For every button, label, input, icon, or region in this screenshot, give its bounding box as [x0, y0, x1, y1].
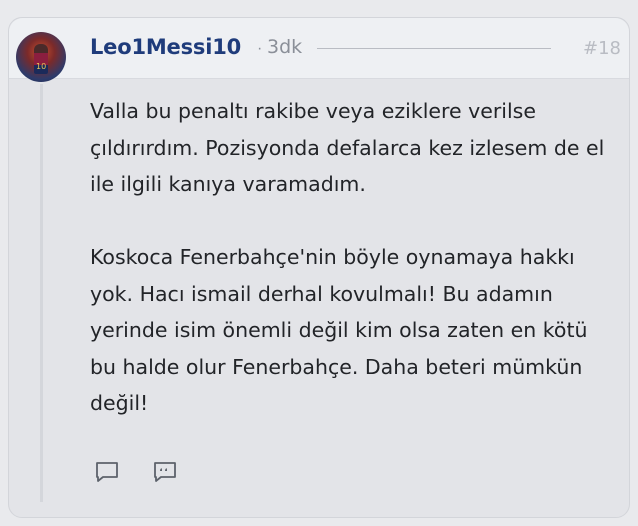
header-divider — [317, 48, 551, 49]
post-number[interactable]: #18 — [583, 38, 621, 59]
post-card: Leo1Messi10 · 3dk #18 10 Valla bu penalt… — [8, 17, 630, 518]
username-link[interactable]: Leo1Messi10 — [90, 35, 241, 59]
avatar-jersey: 10 — [36, 62, 47, 71]
post-paragraph: Valla bu penaltı rakibe veya eziklere ve… — [90, 99, 605, 196]
thread-line — [40, 84, 43, 502]
quote-icon — [154, 462, 176, 482]
post-header: Leo1Messi10 · 3dk #18 — [9, 18, 629, 79]
quote-button[interactable] — [152, 460, 178, 484]
post-body: Valla bu penaltı rakibe veya eziklere ve… — [90, 93, 610, 422]
comment-icon — [96, 462, 118, 482]
reply-button[interactable] — [94, 460, 120, 484]
post-paragraph: Koskoca Fenerbahçe'nin böyle oynamaya ha… — [90, 245, 588, 415]
avatar[interactable]: 10 — [16, 32, 66, 82]
post-time[interactable]: 3dk — [267, 36, 302, 58]
separator-dot: · — [257, 40, 263, 57]
